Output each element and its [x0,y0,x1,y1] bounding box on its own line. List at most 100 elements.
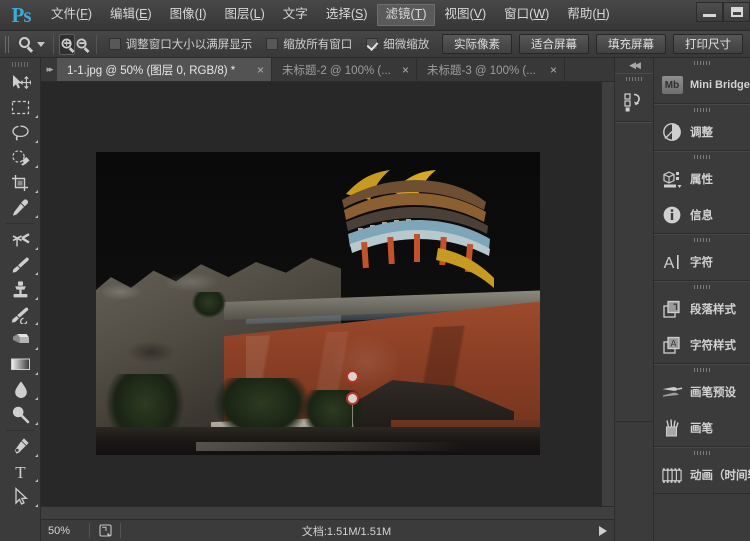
gradient-tool[interactable] [0,352,41,377]
divider-1 [52,34,54,54]
menu-item-7[interactable]: 视图(V) [435,4,495,26]
submenu-triangle-icon [35,504,38,507]
road-markings [196,442,466,451]
checkbox-box-1[interactable] [266,38,279,50]
expand-arrows-icon: ▸▸ [46,64,53,74]
panel-mini-bridge[interactable]: Mb Mini Bridge [654,67,750,103]
canvas-horizontal-scrollbar[interactable] [41,506,614,519]
actual-pixels-button[interactable]: 实际像素 [441,34,512,54]
horizontal-type-tool[interactable]: T [0,459,41,484]
minimize-button[interactable] [696,2,723,22]
maximize-button[interactable] [723,2,750,22]
current-tool-indicator[interactable] [16,36,48,52]
tab-bar-grip[interactable]: ▸▸ [41,58,57,81]
fit-screen-button[interactable]: 适合屏幕 [518,34,589,54]
crop-tool[interactable] [0,170,41,195]
tool-preset-chevron-down-icon[interactable] [36,41,45,47]
tab-close-icon[interactable]: × [257,64,264,76]
collapsed-group-grip[interactable] [615,74,653,83]
menu-item-6[interactable]: 滤镜(T) [376,4,436,26]
blur-tool[interactable] [0,377,41,402]
menu-item-2[interactable]: 图像(I) [161,4,216,26]
document-tab-0[interactable]: 1-1.jpg @ 50% (图层 0, RGB/8) * × [57,58,272,81]
dodge-tool[interactable] [0,402,41,427]
panel-group-grip[interactable] [654,152,750,161]
rectangular-marquee-tool[interactable] [0,95,41,120]
zoom-in-button[interactable] [58,33,76,55]
panel-group-grip[interactable] [654,105,750,114]
animation-timeline-icon [661,466,683,485]
panel-properties[interactable]: 属性 [654,161,750,197]
print-size-button[interactable]: 打印尺寸 [672,34,743,54]
menu-item-8[interactable]: 窗口(W) [495,4,558,26]
character-styles-icon: A [661,335,683,355]
lasso-tool[interactable] [0,120,41,145]
panel-info[interactable]: 信息 [654,197,750,233]
menu-bar: Ps 文件(F) 编辑(E) 图像(I) 图层(L) 文字 选择(S) 滤镜(T) 视图(V)… [0,0,750,31]
panel-group-grip[interactable] [654,235,750,244]
menu-item-0[interactable]: 文件(F) [42,4,101,26]
eraser-tool[interactable] [0,327,41,352]
status-menu-arrow[interactable] [592,525,614,536]
checkbox-resize-windows-to-fit[interactable]: 调整窗口大小以满屏显示 [108,36,252,52]
clone-stamp-tool[interactable] [0,277,41,302]
menu-item-3[interactable]: 图层(L) [216,4,274,26]
panel-label: Mini Bridge [690,79,750,91]
panel-character[interactable]: A 字符 [654,244,750,280]
panel-group-grip[interactable] [654,282,750,291]
checkbox-box-2[interactable] [366,38,379,50]
checkbox-box-0[interactable] [108,38,121,50]
menu-item-5[interactable]: 选择(S) [317,4,377,26]
submenu-triangle-icon [35,322,38,325]
menu-item-1[interactable]: 编辑(E) [101,4,161,26]
checkbox-scrubby-zoom[interactable]: 细微缩放 [366,36,429,52]
submenu-triangle-icon [35,115,38,118]
document-tab-1[interactable]: 未标题-2 @ 100% (... × [272,58,417,81]
mini-bridge-badge: Mb [661,76,683,94]
panel-character-styles[interactable]: A 字符样式 [654,327,750,363]
panel-label: 字符样式 [690,340,736,352]
zoom-out-button[interactable] [75,34,91,55]
tools-panel-grip[interactable] [0,58,40,70]
document-image[interactable] [96,152,540,455]
menu-item-9[interactable]: 帮助(H) [558,4,618,26]
zoom-level-input[interactable]: 50% [41,525,89,537]
tab-close-icon[interactable]: × [550,64,557,76]
fill-screen-button[interactable]: 填充屏幕 [595,34,666,54]
eyedropper-tool[interactable] [0,195,41,220]
move-tool[interactable] [0,70,41,95]
panel-group-4: 段落样式 A 字符样式 [654,281,750,364]
options-bar-grip[interactable] [5,35,10,53]
panel-label: 字符 [690,257,713,269]
submenu-triangle-icon [35,347,38,350]
history-panel-icon[interactable] [615,83,653,121]
menu-item-4[interactable]: 文字 [274,4,317,26]
character-icon: A [661,252,683,272]
panel-brush[interactable]: 画笔 [654,410,750,446]
panel-group-grip[interactable] [654,58,750,67]
svg-text:T: T [15,463,26,481]
panel-group-grip[interactable] [654,365,750,374]
palace-roof [318,170,498,305]
document-thumb-icon[interactable] [90,524,120,537]
panel-adjustments[interactable]: 调整 [654,114,750,150]
collapse-panels-button[interactable]: ◀◀ [615,58,653,73]
checkbox-zoom-all-windows[interactable]: 缩放所有窗口 [266,36,352,52]
info-icon [661,205,683,225]
pen-tool[interactable] [0,434,41,459]
history-brush-tool[interactable] [0,302,41,327]
panel-group-grip[interactable] [654,448,750,457]
spot-healing-brush-tool[interactable] [0,227,41,252]
panel-brush-presets[interactable]: 画笔预设 [654,374,750,410]
path-selection-tool[interactable] [0,484,41,509]
tab-close-icon[interactable]: × [402,64,409,76]
document-tab-2[interactable]: 未标题-3 @ 100% (... × [417,58,565,81]
panel-paragraph-styles[interactable]: 段落样式 [654,291,750,327]
quick-selection-tool[interactable] [0,145,41,170]
canvas-area[interactable] [41,82,614,519]
canvas-vertical-scrollbar[interactable] [601,82,614,519]
panel-animation-timeline[interactable]: 动画（时间轴 [654,457,750,493]
panel-group-3: A 字符 [654,234,750,281]
brush-tool[interactable] [0,252,41,277]
panel-label: 动画（时间轴 [690,470,750,482]
